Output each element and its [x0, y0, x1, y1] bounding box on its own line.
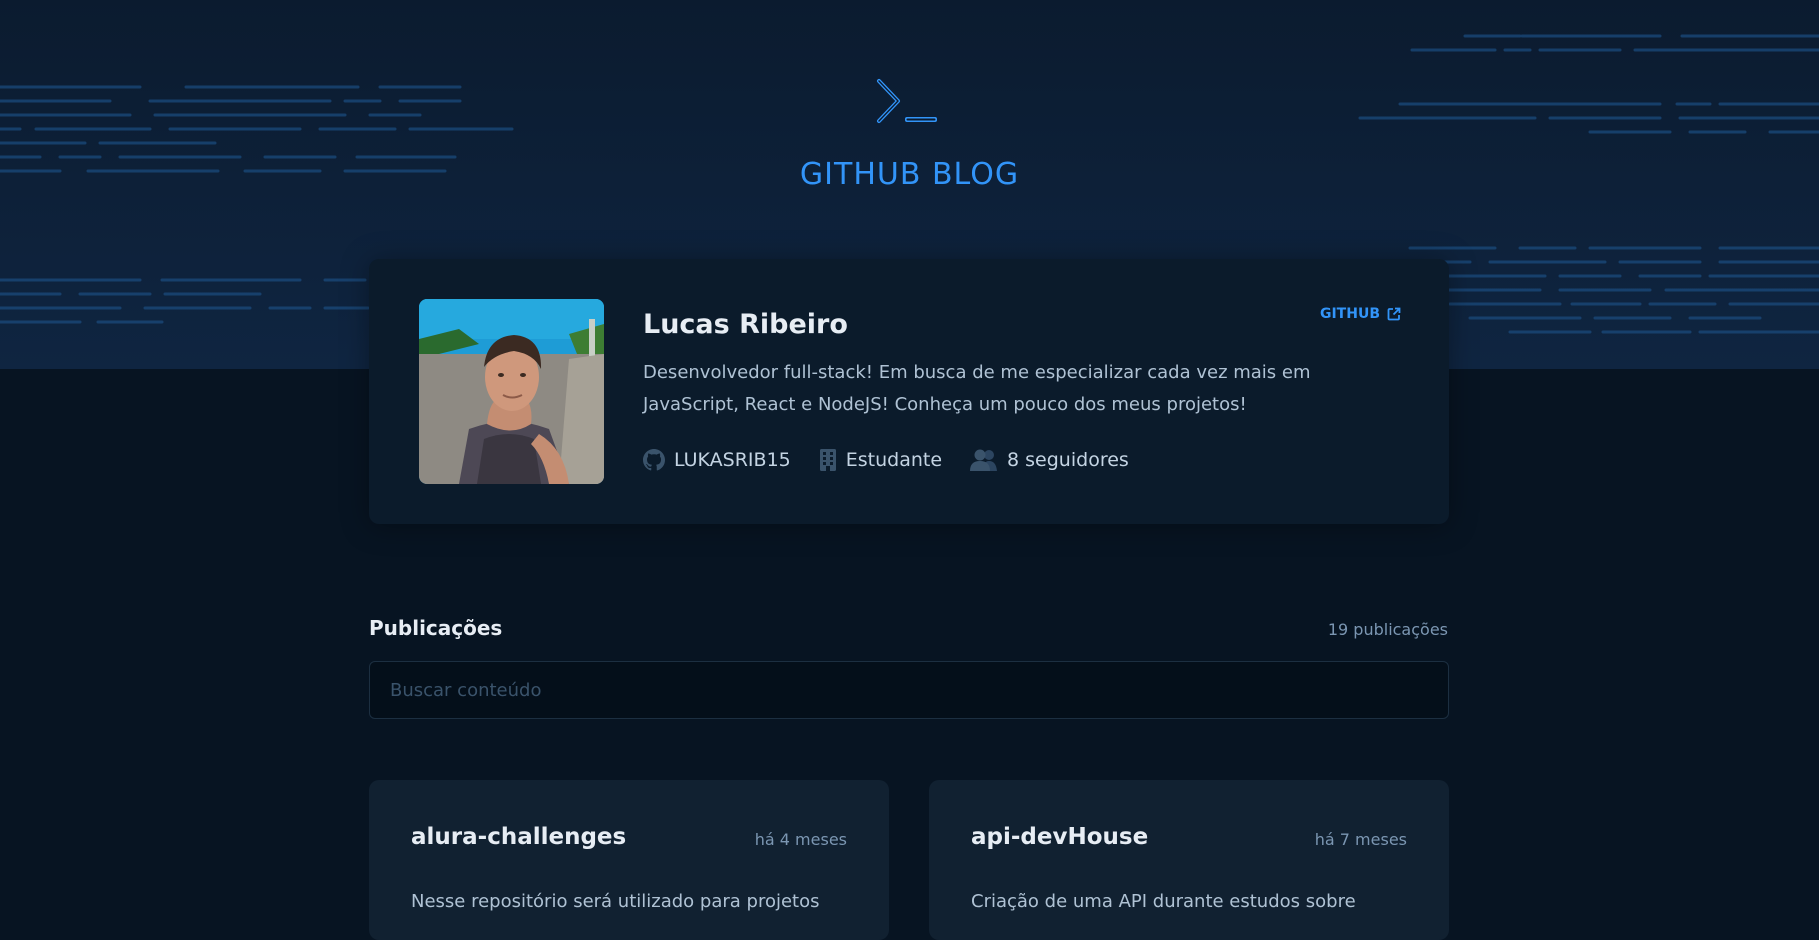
post-excerpt: Nesse repositório será utilizado para pr…	[411, 891, 820, 912]
post-card[interactable]: api-devHouse há 7 meses Criação de uma A…	[929, 780, 1449, 940]
post-title: alura-challenges	[411, 824, 627, 850]
user-group-icon	[970, 449, 998, 471]
github-profile-link[interactable]: GITHUB	[1320, 306, 1401, 322]
github-icon	[643, 449, 665, 471]
post-title: api-devHouse	[971, 824, 1149, 850]
post-excerpt: Criação de uma API durante estudos sobre	[971, 891, 1356, 912]
post-date: há 7 meses	[1314, 830, 1407, 849]
company-text: Estudante	[845, 449, 943, 471]
building-icon	[819, 449, 836, 471]
publications-count: 19 publicações	[1327, 620, 1448, 639]
profile-photo-illustration	[419, 299, 604, 484]
profile-card: Lucas Ribeiro GITHUB Desenvolvedor full-…	[369, 259, 1449, 524]
post-card[interactable]: alura-challenges há 4 meses Nesse reposi…	[369, 780, 889, 940]
post-date: há 4 meses	[754, 830, 847, 849]
publications-title: Publicações	[369, 616, 503, 640]
profile-meta: LUKASRIB15 Estudante 8 seguidores	[643, 449, 1129, 471]
followers-text: 8 seguidores	[1007, 449, 1129, 471]
github-link-label: GITHUB	[1319, 306, 1380, 322]
followers: 8 seguidores	[970, 449, 1129, 471]
company: Estudante	[819, 449, 942, 471]
profile-name: Lucas Ribeiro	[643, 309, 848, 340]
profile-bio: Desenvolvedor full-stack! Em busca de me…	[643, 362, 1311, 415]
github-username: LUKASRIB15	[643, 449, 791, 471]
search-input[interactable]	[369, 661, 1449, 719]
external-link-icon	[1387, 307, 1401, 321]
username-text: LUKASRIB15	[674, 449, 791, 471]
site-title: GITHUB BLOG	[799, 157, 1020, 192]
terminal-prompt-icon	[877, 79, 937, 123]
profile-photo	[419, 299, 604, 484]
